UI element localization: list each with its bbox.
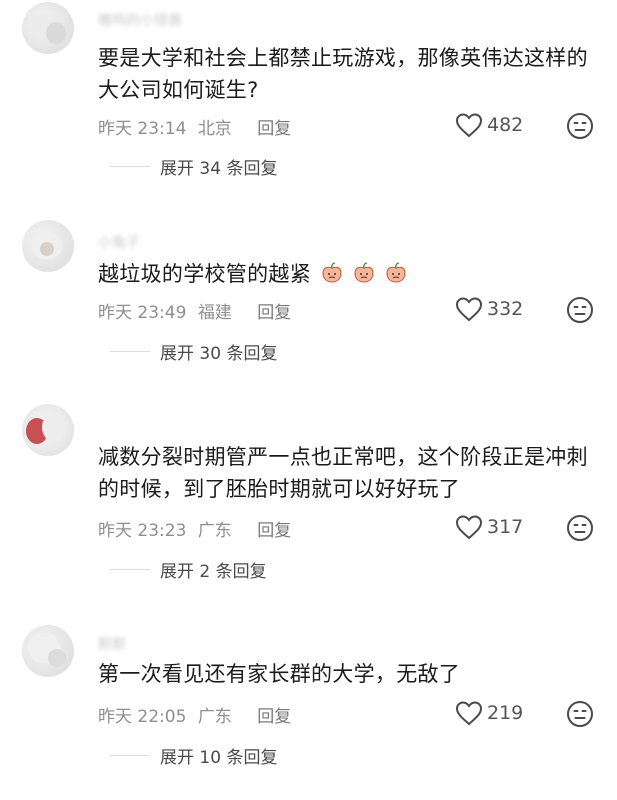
comment-location: 广东 bbox=[197, 521, 232, 541]
avatar-blur bbox=[46, 22, 66, 44]
comment-text: 第一次看见还有家长群的大学，无敌了 bbox=[98, 658, 598, 690]
comment-text-line: 减数分裂时期管严一点也正常吧，这个阶段正是冲刺 bbox=[98, 445, 588, 469]
like-button[interactable]: 317 bbox=[455, 514, 523, 540]
heart-outline-icon bbox=[455, 297, 483, 322]
comments-page: { "comments": [ { "username": "嗷呜的小怪兽", … bbox=[0, 0, 617, 800]
meh-face-icon bbox=[567, 113, 593, 139]
comment-meta: 昨天 23:14 北京 回复 bbox=[98, 114, 297, 139]
meh-face-icon bbox=[567, 297, 593, 323]
comment-meta: 昨天 23:23 广东 回复 bbox=[98, 516, 297, 541]
comment-location: 福建 bbox=[197, 303, 232, 323]
comment-text-line: 越垃圾的学校管的越紧 bbox=[98, 258, 598, 290]
like-count: 317 bbox=[487, 516, 524, 538]
comment-time: 昨天 23:14 bbox=[98, 119, 187, 139]
expand-label: 展开 10 条回复 bbox=[160, 748, 278, 768]
heart-outline-icon bbox=[455, 113, 483, 138]
expand-replies-button[interactable]: 展开 30 条回复 bbox=[110, 339, 277, 364]
dislike-button[interactable] bbox=[566, 112, 594, 144]
dislike-button[interactable] bbox=[566, 296, 594, 328]
reply-button[interactable]: 回复 bbox=[257, 303, 291, 323]
meh-face-icon bbox=[567, 701, 593, 727]
avatar-blur bbox=[42, 412, 66, 442]
avatar[interactable] bbox=[22, 2, 74, 54]
comment-time: 昨天 23:23 bbox=[98, 521, 187, 541]
avatar[interactable] bbox=[22, 220, 74, 272]
meh-face-icon bbox=[567, 515, 593, 541]
comment-location: 广东 bbox=[197, 707, 232, 727]
comment-time: 昨天 22:05 bbox=[98, 707, 187, 727]
like-count: 482 bbox=[487, 114, 524, 136]
comment-text-line: 第一次看见还有家长群的大学，无敌了 bbox=[98, 662, 461, 686]
expand-label: 展开 2 条回复 bbox=[160, 562, 267, 582]
like-count: 219 bbox=[487, 702, 524, 724]
peach-emoji bbox=[386, 262, 406, 283]
comment-meta: 昨天 22:05 广东 回复 bbox=[98, 702, 297, 727]
peach-emoji bbox=[322, 262, 342, 283]
heart-outline-icon bbox=[455, 701, 483, 726]
avatar-blur bbox=[48, 649, 66, 667]
comment-text: 越垃圾的学校管的越紧 bbox=[98, 258, 598, 290]
comment-text-line: 的时候，到了胚胎时期就可以好好玩了 bbox=[98, 477, 461, 501]
comment-text: 减数分裂时期管严一点也正常吧，这个阶段正是冲刺 的时候，到了胚胎时期就可以好好玩… bbox=[98, 441, 598, 505]
like-button[interactable]: 219 bbox=[455, 700, 523, 726]
reply-button[interactable]: 回复 bbox=[257, 707, 291, 727]
avatar[interactable] bbox=[22, 404, 74, 456]
avatar-blur bbox=[40, 242, 54, 256]
divider-line bbox=[110, 569, 150, 570]
comment-meta: 昨天 23:49 福建 回复 bbox=[98, 298, 297, 323]
username[interactable]: 默默 bbox=[98, 634, 126, 654]
like-button[interactable]: 332 bbox=[455, 296, 523, 322]
comment-text: 要是大学和社会上都禁止玩游戏，那像英伟达这样的 大公司如何诞生? bbox=[98, 42, 598, 106]
avatar[interactable] bbox=[22, 625, 74, 677]
comment-location: 北京 bbox=[197, 119, 232, 139]
peach-emoji bbox=[354, 262, 374, 283]
comment-text-line: 大公司如何诞生? bbox=[98, 78, 259, 102]
dislike-button[interactable] bbox=[566, 514, 594, 546]
reply-button[interactable]: 回复 bbox=[257, 119, 291, 139]
reply-button[interactable]: 回复 bbox=[257, 521, 291, 541]
expand-replies-button[interactable]: 展开 34 条回复 bbox=[110, 154, 277, 179]
divider-line bbox=[110, 351, 150, 352]
divider-line bbox=[110, 755, 150, 756]
dislike-button[interactable] bbox=[566, 700, 594, 732]
divider-line bbox=[110, 166, 150, 167]
expand-replies-button[interactable]: 展开 2 条回复 bbox=[110, 557, 267, 582]
comment-time: 昨天 23:49 bbox=[98, 303, 187, 323]
expand-label: 展开 30 条回复 bbox=[160, 344, 278, 364]
like-count: 332 bbox=[487, 298, 524, 320]
comment-text-content: 越垃圾的学校管的越紧 bbox=[98, 262, 311, 286]
like-button[interactable]: 482 bbox=[455, 112, 523, 138]
expand-replies-button[interactable]: 展开 10 条回复 bbox=[110, 743, 277, 768]
username[interactable]: 小兔子 bbox=[98, 232, 140, 252]
username[interactable]: 嗷呜的小怪兽 bbox=[98, 10, 182, 30]
expand-label: 展开 34 条回复 bbox=[160, 159, 278, 179]
comment-text-line: 要是大学和社会上都禁止玩游戏，那像英伟达这样的 bbox=[98, 46, 588, 70]
heart-outline-icon bbox=[455, 515, 483, 540]
